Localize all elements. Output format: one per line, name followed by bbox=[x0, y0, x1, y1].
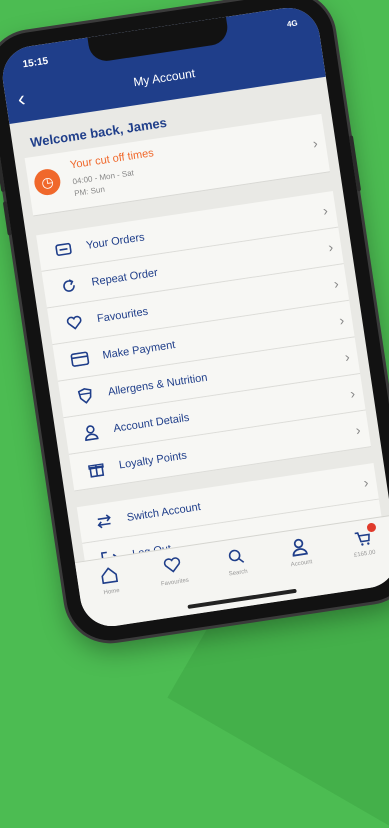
chevron-right-icon: › bbox=[362, 474, 370, 491]
power-button bbox=[348, 135, 362, 192]
heart-icon bbox=[62, 310, 87, 335]
cutoff-line-2: PM: Sun bbox=[73, 184, 106, 199]
basket-badge bbox=[366, 522, 377, 533]
menu-item-label: Loyalty Points bbox=[118, 449, 188, 472]
chevron-right-icon: › bbox=[343, 348, 351, 365]
chevron-right-icon: › bbox=[349, 385, 357, 402]
volume-up-button bbox=[0, 157, 6, 192]
chevron-right-icon: › bbox=[321, 202, 329, 219]
shield-icon bbox=[73, 383, 98, 408]
page-title: My Account bbox=[132, 66, 196, 90]
cutoff-line-1: 04:00 - Mon - Sat bbox=[71, 168, 135, 187]
menu-item-label: Account Details bbox=[112, 411, 191, 435]
menu-item-label: Favourites bbox=[96, 305, 149, 326]
menu-item-label: Your Orders bbox=[85, 231, 146, 252]
chevron-right-icon: › bbox=[332, 275, 340, 292]
menu-item-label: Allergens & Nutrition bbox=[107, 371, 209, 399]
gift-icon bbox=[84, 456, 109, 481]
phone-screen: 15:15 4G ‹ My Account Welcome back, Jame… bbox=[0, 3, 389, 631]
card-icon bbox=[67, 347, 92, 372]
repeat-icon bbox=[56, 274, 81, 299]
chevron-right-icon: › bbox=[327, 238, 335, 256]
chevron-right-icon: › bbox=[354, 421, 362, 439]
app-header: 15:15 4G ‹ My Account bbox=[0, 3, 326, 125]
chevron-right-icon: › bbox=[311, 134, 319, 152]
tab-basket[interactable]: £165.00 bbox=[336, 522, 389, 592]
box-icon bbox=[51, 237, 76, 262]
phone-frame: 15:15 4G ‹ My Account Welcome back, Jame… bbox=[0, 0, 389, 647]
switch-icon bbox=[92, 509, 117, 534]
status-time: 15:15 bbox=[21, 55, 49, 71]
cutoff-title: Your cut off times bbox=[69, 147, 155, 172]
menu-item-label: Repeat Order bbox=[90, 266, 159, 289]
chevron-right-icon: › bbox=[338, 311, 346, 329]
user-icon bbox=[78, 420, 103, 445]
menu-item-label: Make Payment bbox=[101, 339, 177, 362]
volume-down-button bbox=[2, 201, 12, 236]
tab-favourites[interactable]: Favourites bbox=[146, 553, 204, 620]
menu-item-label: Switch Account bbox=[126, 501, 202, 524]
clock-icon: ◷ bbox=[32, 167, 63, 197]
account-menu: Your Orders › Repeat Order › Favourites … bbox=[36, 190, 385, 581]
tab-home[interactable]: Home bbox=[83, 563, 141, 630]
status-signal: 4G bbox=[286, 18, 299, 29]
